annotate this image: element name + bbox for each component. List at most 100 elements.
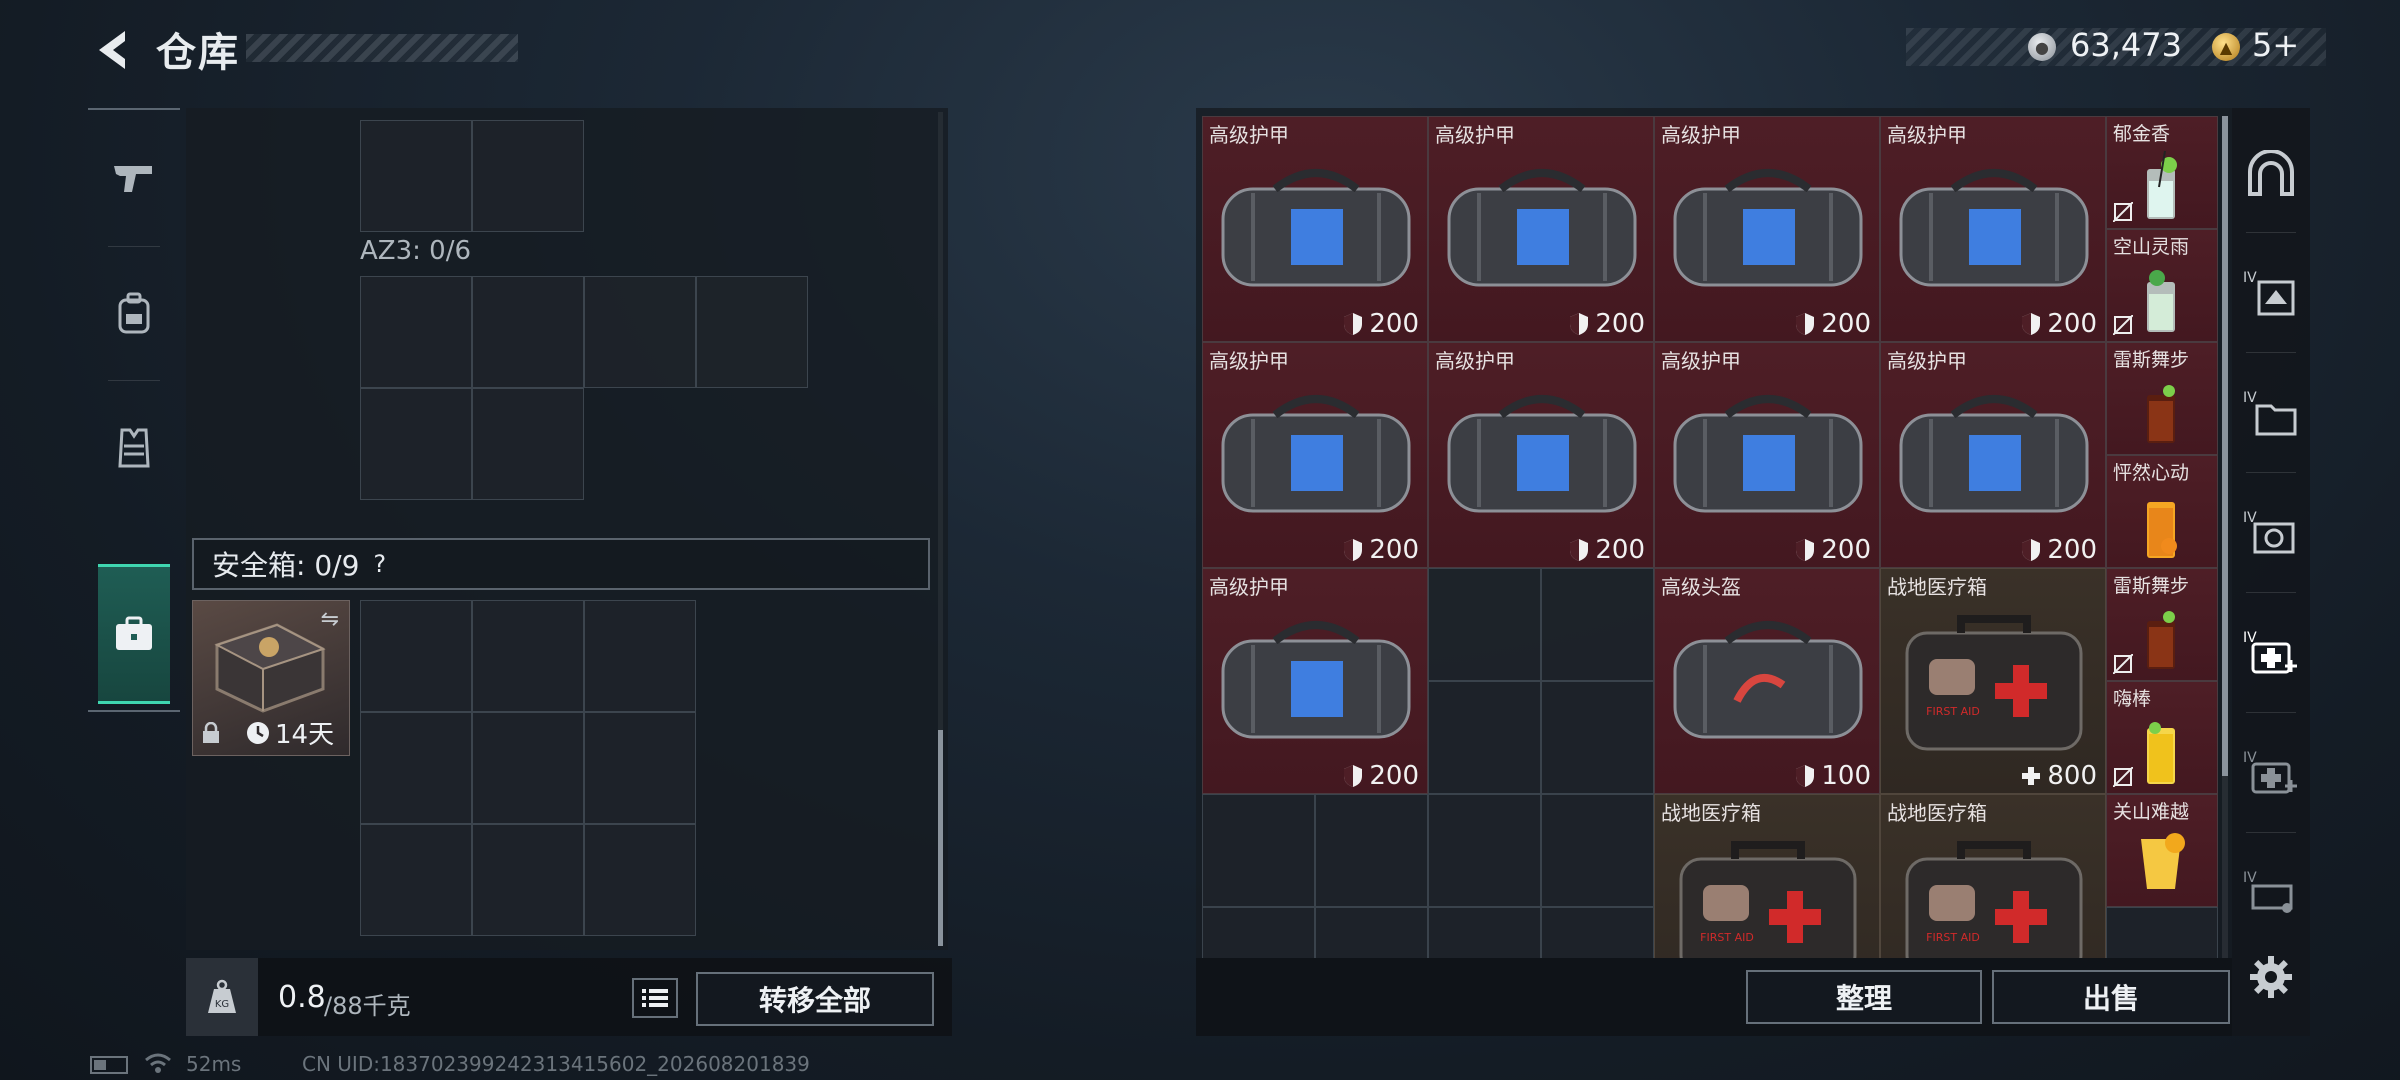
grid-slot[interactable] [472,388,584,500]
grid-slot[interactable] [1541,794,1654,907]
help-icon[interactable]: ? [373,550,386,578]
untradeable-icon [2113,315,2133,335]
first-aid-text: FIRST AID [1926,705,1980,718]
plus-icon [2022,767,2041,785]
item-durability: 200 [1821,309,1871,339]
tab-equipment[interactable]: IV [2232,474,2310,592]
camera-category-icon: IV [2243,510,2295,554]
grid-slot[interactable] [696,276,808,388]
inventory-item-drink[interactable]: 嗨棒 [2106,681,2218,794]
grid-slot[interactable] [1428,794,1541,907]
tab-backpack[interactable] [88,248,180,378]
inventory-item-drink[interactable]: 怦然心动 [2106,455,2218,568]
tab-helmets[interactable]: IV [2232,234,2310,352]
transfer-all-button[interactable]: 转移全部 [696,972,934,1026]
safebox-slot[interactable] [472,712,584,824]
item-name: 高级护甲 [1435,349,1515,373]
tab-weapons[interactable] [88,114,180,244]
untradeable-icon [2113,767,2133,787]
swap-icon[interactable]: ⇋ [321,607,339,632]
grid-slot[interactable] [1202,907,1315,958]
safebox-slot[interactable] [584,600,696,712]
item-name: 雷斯舞步 [2113,575,2190,597]
safebox-slot[interactable] [472,600,584,712]
vest-icon [118,428,150,468]
grid-slot[interactable] [1315,794,1428,907]
duffel-bag-icon [1673,395,1863,513]
grid-slot[interactable] [472,276,584,388]
settings-button[interactable] [2232,918,2310,1036]
item-name: 高级护甲 [1661,123,1741,147]
shield-icon [1344,313,1363,335]
item-durability: 200 [1595,535,1645,565]
inventory-item-armor[interactable]: 高级护甲 200 [1654,116,1880,342]
inventory-item-drink[interactable]: 关山难越 [2106,794,2218,907]
back-button[interactable] [86,22,136,78]
grid-slot[interactable] [1541,681,1654,794]
grid-slot[interactable] [584,276,696,388]
sort-button[interactable]: 整理 [1746,970,1982,1024]
inventory-item-drink[interactable]: 雷斯舞步 [2106,342,2218,455]
inventory-item-armor[interactable]: 高级护甲 200 [1880,116,2106,342]
item-durability: 200 [1369,535,1419,565]
inventory-item-drink[interactable]: 雷斯舞步 [2106,568,2218,681]
inventory-item-medkit[interactable]: 战地医疗箱 FIRST AID [1880,794,2106,958]
weight-current: 0.8 [278,980,326,1015]
safebox-slot[interactable] [360,600,472,712]
inventory-item-armor[interactable]: 高级护甲 200 [1654,342,1880,568]
grid-slot[interactable] [1428,681,1541,794]
inventory-item-drink[interactable]: 郁金香 [2106,116,2218,229]
grid-slot[interactable] [1315,907,1428,958]
item-durability: 200 [1369,309,1419,339]
grid-slot[interactable] [1541,907,1654,958]
grid-slot[interactable] [472,120,584,232]
grid-slot[interactable] [1202,794,1315,907]
safebox-slot[interactable] [472,824,584,936]
list-view-button[interactable] [632,978,678,1018]
grid-slot[interactable] [360,120,472,232]
wifi-icon [144,1052,172,1079]
grid-slot[interactable] [360,388,472,500]
left-scrollbar-thumb[interactable] [938,730,943,946]
inventory-item-drink[interactable]: 空山灵雨 [2106,229,2218,342]
safebox-item[interactable]: ⇋ 14天 [192,600,350,756]
item-name: 高级头盔 [1661,575,1741,599]
safebox-slot[interactable] [360,824,472,936]
inventory-item-armor[interactable]: 高级护甲 200 [1880,342,2106,568]
safebox-slot[interactable] [584,824,696,936]
first-aid-kit-icon: FIRST AID [1679,841,1857,958]
tab-safebox[interactable] [98,564,170,704]
sell-button[interactable]: 出售 [1992,970,2230,1024]
shield-icon [1796,539,1815,561]
item-durability: 200 [2047,309,2097,339]
tab-medical-alt[interactable]: IV [2232,714,2310,832]
safebox-slot[interactable] [584,712,696,824]
duffel-bag-icon [1899,169,2089,287]
duffel-bag-icon [1447,169,1637,287]
item-name: 战地医疗箱 [1887,801,1987,825]
untradeable-icon [2113,202,2133,222]
tab-medical[interactable]: IV [2232,594,2310,712]
tab-bags[interactable]: IV [2232,354,2310,472]
inventory-item-helmet[interactable]: 高级头盔 100 [1654,568,1880,794]
medical-category-icon: IV [2243,630,2297,674]
grid-slot[interactable] [1428,568,1541,681]
inventory-item-armor[interactable]: 高级护甲 200 [1202,116,1428,342]
grid-slot[interactable] [2106,907,2218,958]
inventory-item-armor[interactable]: 高级护甲 200 [1428,116,1654,342]
grid-slot[interactable] [1428,907,1541,958]
safebox-slot[interactable] [360,712,472,824]
inventory-item-medkit[interactable]: 战地医疗箱 FIRST AID [1654,794,1880,958]
inventory-item-armor[interactable]: 高级护甲 200 [1202,568,1428,794]
inventory-item-medkit[interactable]: 战地医疗箱 FIRST AID 800 [1880,568,2106,794]
inventory-item-armor[interactable]: 高级护甲 200 [1428,342,1654,568]
item-durability: 200 [1369,761,1419,791]
ping-value: 52ms [186,1052,242,1076]
item-name: 嗨棒 [2113,688,2152,710]
inventory-scrollbar-thumb[interactable] [2222,116,2228,776]
inventory-item-armor[interactable]: 高级护甲 200 [1202,342,1428,568]
grid-slot[interactable] [360,276,472,388]
tab-vest[interactable] [88,382,180,512]
tab-all[interactable] [2232,114,2310,232]
grid-slot[interactable] [1541,568,1654,681]
